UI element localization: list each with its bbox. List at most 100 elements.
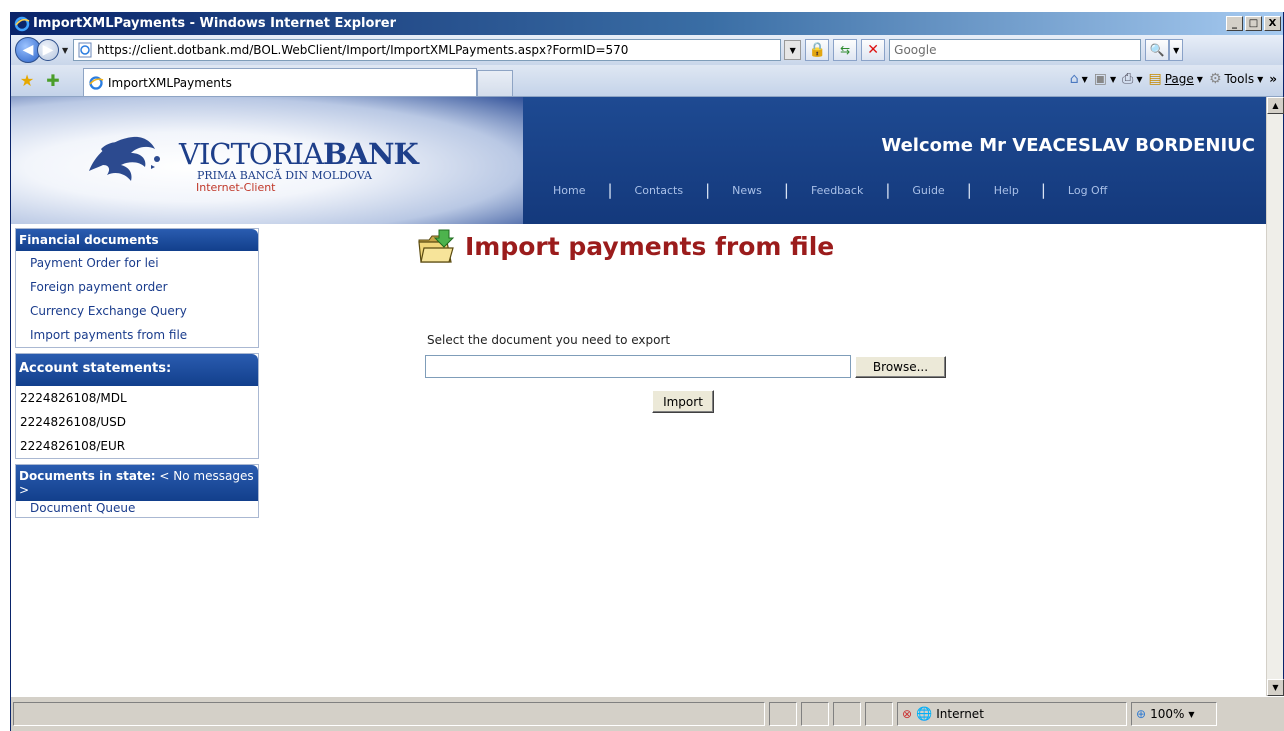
- ie-icon: [14, 16, 30, 31]
- more-commands-chevron[interactable]: »: [1269, 72, 1277, 86]
- status-bar: ⊗ 🌐 Internet ⊕ 100% ▼: [11, 696, 1284, 731]
- browser-window: ImportXMLPayments - Windows Internet Exp…: [10, 12, 1284, 731]
- tools-menu-label: Tools: [1224, 72, 1255, 86]
- status-text-area: [13, 702, 765, 726]
- home-icon: ⌂: [1069, 71, 1079, 87]
- panel-title: Financial documents: [16, 229, 258, 251]
- account-statements-panel: Account statements: 2224826108/MDL 22248…: [15, 353, 259, 459]
- nav-logoff[interactable]: Log Off: [1068, 184, 1107, 197]
- state-title: Documents in state:: [19, 469, 156, 483]
- maximize-button[interactable]: □: [1245, 16, 1262, 31]
- add-favorites-icon[interactable]: ✚: [43, 71, 63, 90]
- home-button[interactable]: ⌂ ▼: [1070, 71, 1088, 87]
- favorites-star-icon[interactable]: ★: [17, 71, 37, 90]
- open-folder-icon: [418, 229, 455, 263]
- minimize-button[interactable]: _: [1226, 16, 1243, 31]
- title-bar[interactable]: ImportXMLPayments - Windows Internet Exp…: [11, 12, 1283, 35]
- site-header: VICTORIABANK PRIMA BANCĂ DIN MOLDOVA Int…: [11, 97, 1267, 224]
- sidebar-item-currency-exchange[interactable]: Currency Exchange Query: [16, 299, 258, 323]
- welcome-text: Welcome Mr VEACESLAV BORDENIUC: [881, 135, 1255, 156]
- file-path-input[interactable]: [425, 355, 851, 378]
- status-cell: [801, 702, 829, 726]
- logo-product: Internet-Client: [196, 181, 276, 194]
- top-nav: Home | Contacts | News | Feedback | Guid…: [553, 181, 1107, 199]
- import-button[interactable]: Import: [652, 390, 714, 413]
- zoom-control[interactable]: ⊕ 100% ▼: [1131, 702, 1217, 726]
- scroll-down-icon[interactable]: ▼: [1267, 679, 1284, 696]
- nav-separator: |: [705, 181, 711, 199]
- feeds-icon: ▣: [1093, 71, 1107, 87]
- sidebar-item-document-queue[interactable]: Document Queue: [16, 501, 258, 517]
- nav-separator: |: [1040, 181, 1046, 199]
- print-button[interactable]: ⎙ ▼: [1122, 71, 1142, 87]
- page-title: Import payments from file: [417, 228, 834, 264]
- nav-news[interactable]: News: [732, 184, 762, 197]
- sidebar-item-foreign-payment-order[interactable]: Foreign payment order: [16, 275, 258, 299]
- logo-brand-b: BANK: [322, 137, 419, 171]
- vertical-scrollbar[interactable]: ▲ ▼: [1266, 97, 1284, 696]
- nav-home[interactable]: Home: [553, 184, 585, 197]
- search-dropdown-icon[interactable]: ▼: [1169, 39, 1184, 61]
- sidebar-item-import-payments[interactable]: Import payments from file: [16, 323, 258, 347]
- gear-icon: ⚙: [1208, 71, 1222, 87]
- header-banner: Welcome Mr VEACESLAV BORDENIUC Home | Co…: [523, 97, 1267, 224]
- history-dropdown-icon[interactable]: ▼: [62, 46, 68, 55]
- select-label: Select the document you need to export: [427, 333, 671, 347]
- globe-icon: 🌐: [916, 706, 933, 722]
- search-icon[interactable]: 🔍: [1145, 39, 1170, 61]
- window-title: ImportXMLPayments - Windows Internet Exp…: [33, 16, 397, 31]
- logo-wordmark: VICTORIABANK: [179, 137, 419, 171]
- address-dropdown-icon[interactable]: ▼: [784, 40, 802, 60]
- lion-logo-icon: [89, 136, 160, 181]
- print-icon: ⎙: [1122, 71, 1134, 87]
- page-menu[interactable]: ▤ Page ▼: [1149, 71, 1203, 87]
- page-menu-label: Page: [1164, 72, 1194, 86]
- account-eur[interactable]: 2224826108/EUR: [16, 434, 258, 458]
- nav-guide[interactable]: Guide: [912, 184, 944, 197]
- new-tab-button[interactable]: [477, 70, 513, 96]
- nav-contacts[interactable]: Contacts: [635, 184, 684, 197]
- zoom-level: 100%: [1150, 707, 1185, 721]
- tab-row: ★ ✚ ImportXMLPayments ⌂ ▼ ▣ ▼ ⎙ ▼ ▤ Page ▼ ⚙ T…: [11, 65, 1283, 97]
- nav-separator: |: [885, 181, 891, 199]
- account-mdl[interactable]: 2224826108/MDL: [16, 386, 258, 410]
- window-controls: _ □ X: [1226, 16, 1283, 31]
- stop-icon[interactable]: ✕: [861, 39, 886, 61]
- address-url[interactable]: https://client.dotbank.md/BOL.WebClient/…: [97, 43, 780, 57]
- documents-state-panel: Documents in state: < No messages > Docu…: [15, 464, 259, 518]
- page-viewport: VICTORIABANK PRIMA BANCĂ DIN MOLDOVA Int…: [11, 97, 1267, 696]
- status-cell: [865, 702, 893, 726]
- feeds-button[interactable]: ▣ ▼: [1094, 71, 1116, 87]
- status-cell: [833, 702, 861, 726]
- panel-title: Account statements:: [16, 354, 258, 386]
- sidebar: Financial documents Payment Order for le…: [15, 228, 259, 523]
- nav-help[interactable]: Help: [994, 184, 1019, 197]
- blocked-icon: ⊗: [902, 707, 913, 721]
- tab-importxmlpayments[interactable]: ImportXMLPayments: [83, 68, 477, 96]
- tools-menu[interactable]: ⚙ Tools ▼: [1209, 71, 1263, 87]
- panel-title: Documents in state: < No messages >: [16, 465, 258, 501]
- nav-separator: |: [783, 181, 789, 199]
- scroll-up-icon[interactable]: ▲: [1267, 97, 1284, 114]
- address-row: ◀ ▶ ▼ https://client.dotbank.md/BOL.WebC…: [11, 35, 1283, 65]
- address-bar[interactable]: https://client.dotbank.md/BOL.WebClient/…: [73, 39, 782, 61]
- status-cell: [769, 702, 797, 726]
- logo-brand-a: VICTORIA: [179, 137, 324, 171]
- zone-label: Internet: [936, 707, 984, 721]
- forward-button[interactable]: ▶: [37, 39, 59, 61]
- zoom-icon: ⊕: [1136, 707, 1147, 721]
- page-menu-icon: ▤: [1148, 71, 1162, 87]
- search-input[interactable]: Google: [889, 39, 1142, 61]
- security-zone[interactable]: ⊗ 🌐 Internet: [897, 702, 1127, 726]
- browse-button[interactable]: Browse...: [855, 356, 946, 378]
- nav-separator: |: [966, 181, 972, 199]
- lock-icon[interactable]: 🔒: [805, 39, 830, 61]
- nav-separator: |: [607, 181, 613, 199]
- refresh-icon[interactable]: ⇆: [833, 39, 858, 61]
- command-bar: ⌂ ▼ ▣ ▼ ⎙ ▼ ▤ Page ▼ ⚙ Tools ▼ »: [1070, 71, 1277, 87]
- nav-feedback[interactable]: Feedback: [811, 184, 863, 197]
- sidebar-item-payment-order-lei[interactable]: Payment Order for lei: [16, 251, 258, 275]
- bank-logo[interactable]: VICTORIABANK PRIMA BANCĂ DIN MOLDOVA Int…: [11, 97, 523, 224]
- close-button[interactable]: X: [1264, 16, 1281, 31]
- account-usd[interactable]: 2224826108/USD: [16, 410, 258, 434]
